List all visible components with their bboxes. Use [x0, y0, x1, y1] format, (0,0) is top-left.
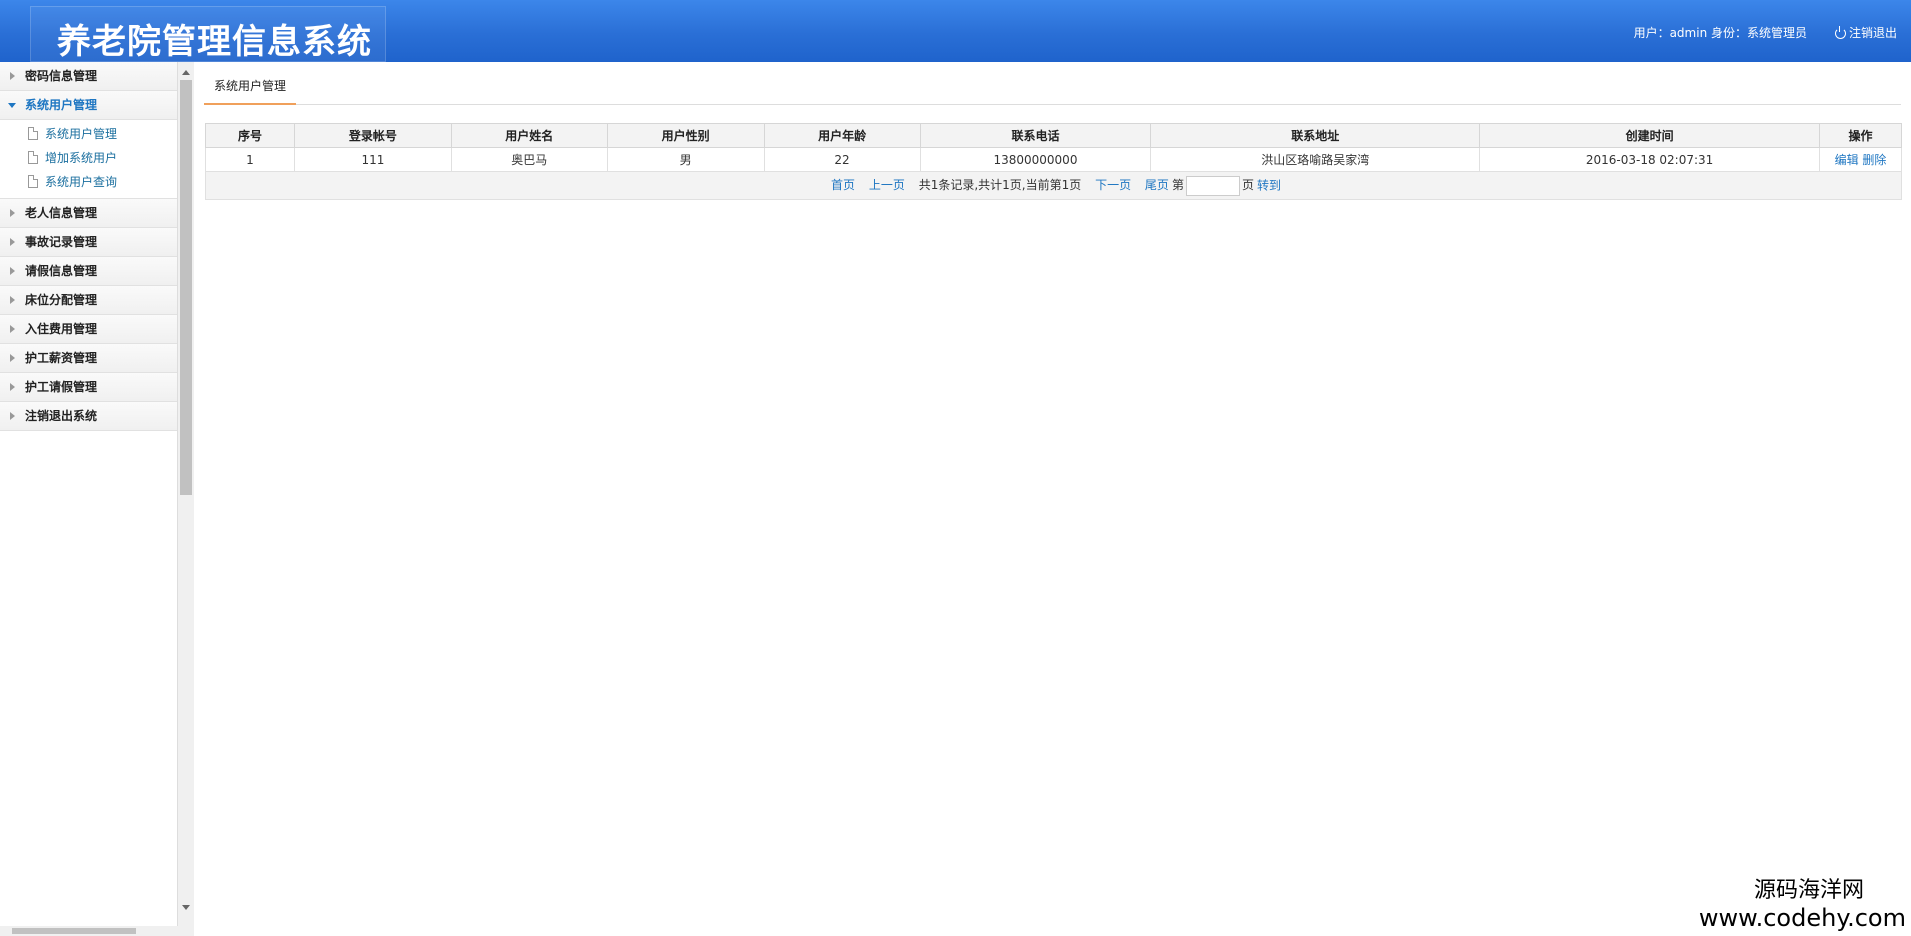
submenu-system-users: 系统用户管理 增加系统用户 系统用户查询 [0, 120, 177, 199]
caret-right-icon [10, 209, 15, 217]
menu-elderly[interactable]: 老人信息管理 [0, 199, 177, 228]
cell-age: 22 [763, 147, 921, 172]
sidebar-item-add-user[interactable]: 增加系统用户 [0, 146, 177, 170]
menu-beds[interactable]: 床位分配管理 [0, 286, 177, 315]
column-header: 用户年龄 [763, 123, 921, 148]
menu-label: 护工薪资管理 [25, 351, 98, 365]
menu-label: 床位分配管理 [25, 293, 98, 307]
menu-label: 护工请假管理 [25, 380, 98, 394]
sidebar-item-user-query[interactable]: 系统用户查询 [0, 170, 177, 194]
app-title: 养老院管理信息系统 [57, 22, 372, 62]
menu-leave[interactable]: 请假信息管理 [0, 257, 177, 286]
caret-right-icon [10, 383, 15, 391]
power-icon [1834, 26, 1846, 39]
cell-account: 111 [293, 147, 452, 172]
menu-label: 注销退出系统 [25, 409, 98, 423]
logout-button[interactable]: 注销退出 [1834, 24, 1897, 41]
document-icon [28, 127, 38, 140]
caret-right-icon [10, 238, 15, 246]
first-page-link[interactable]: 首页 [831, 178, 855, 192]
sidebar-item-label: 系统用户查询 [45, 175, 118, 189]
edit-link[interactable]: 编辑 [1835, 153, 1859, 167]
menu-nurse-leave[interactable]: 护工请假管理 [0, 373, 177, 402]
tab-system-users[interactable]: 系统用户管理 [204, 74, 297, 105]
cell-phone: 13800000000 [919, 147, 1152, 172]
user-info: 用户：admin 身份：系统管理员 [1633, 26, 1807, 40]
cell-actions: 编辑 删除 [1818, 147, 1903, 172]
pager-row: 首页 上一页 共1条记录,共计1页,当前第1页 下一页 尾页第 页转到 [205, 171, 1902, 200]
caret-right-icon [10, 267, 15, 275]
main-content: 系统用户管理 序号 登录帐号 用户姓名 用户性别 用户年龄 联系电话 联系地址 … [194, 62, 1911, 936]
menu-label: 老人信息管理 [25, 206, 98, 220]
caret-right-icon [10, 296, 15, 304]
caret-down-icon [8, 103, 16, 108]
column-header: 序号 [205, 123, 295, 148]
logout-label: 注销退出 [1848, 26, 1897, 40]
pager-summary: 共1条记录,共计1页,当前第1页 [918, 178, 1082, 192]
caret-right-icon [10, 72, 15, 80]
watermark: 源码海洋网 www.codehy.com [1699, 872, 1906, 932]
menu-fees[interactable]: 入住费用管理 [0, 315, 177, 344]
watermark-line2: www.codehy.com [1698, 904, 1906, 932]
menu-password[interactable]: 密码信息管理 [0, 62, 177, 91]
column-header: 用户姓名 [450, 123, 608, 148]
last-page-link[interactable]: 尾页 [1145, 178, 1169, 192]
cell-address: 洪山区珞喻路吴家湾 [1150, 147, 1481, 172]
sidebar: 密码信息管理 系统用户管理 系统用户管理 增加系统用户 系统用户查询 老人信息管… [0, 62, 178, 936]
column-header: 联系地址 [1150, 123, 1481, 148]
top-header: 养老院管理信息系统 用户：admin 身份：系统管理员 注销退出 [0, 0, 1911, 62]
sidebar-item-label: 系统用户管理 [45, 127, 118, 141]
cell-no: 1 [205, 147, 295, 172]
go-link[interactable]: 转到 [1257, 178, 1281, 192]
tab-bar: 系统用户管理 [204, 74, 1901, 105]
users-table: 序号 登录帐号 用户姓名 用户性别 用户年龄 联系电话 联系地址 创建时间 操作… [205, 123, 1903, 200]
cell-gender: 男 [606, 147, 765, 172]
caret-right-icon [10, 412, 15, 420]
menu-system-users[interactable]: 系统用户管理 [0, 91, 177, 120]
menu-logout[interactable]: 注销退出系统 [0, 402, 177, 431]
menu-label: 入住费用管理 [25, 322, 98, 336]
column-header: 操作 [1818, 123, 1903, 148]
cell-name: 奥巴马 [450, 147, 608, 172]
caret-right-icon [10, 325, 15, 333]
menu-label: 系统用户管理 [25, 98, 98, 112]
scroll-down-icon[interactable] [182, 905, 190, 910]
page-suffix: 页 [1241, 178, 1254, 192]
prev-page-link[interactable]: 上一页 [869, 178, 905, 192]
document-icon [28, 175, 38, 188]
menu-salary[interactable]: 护工薪资管理 [0, 344, 177, 373]
caret-right-icon [10, 354, 15, 362]
column-header: 登录帐号 [293, 123, 452, 148]
horizontal-scrollbar-thumb[interactable] [12, 928, 136, 934]
sidebar-scrollbar[interactable] [178, 62, 194, 936]
document-icon [28, 151, 38, 164]
scrollbar-thumb[interactable] [180, 80, 192, 495]
menu-accidents[interactable]: 事故记录管理 [0, 228, 177, 257]
pagination: 首页 上一页 共1条记录,共计1页,当前第1页 下一页 尾页第 页转到 [205, 171, 1902, 200]
column-header: 用户性别 [606, 123, 765, 148]
page-number-input[interactable] [1185, 175, 1240, 196]
sidebar-item-user-manage[interactable]: 系统用户管理 [0, 122, 177, 146]
watermark-line1: 源码海洋网 [1753, 878, 1864, 903]
cell-created: 2016-03-18 02:07:31 [1479, 147, 1820, 172]
table-header-row: 序号 登录帐号 用户姓名 用户性别 用户年龄 联系电话 联系地址 创建时间 操作 [205, 123, 1903, 148]
next-page-link[interactable]: 下一页 [1095, 178, 1131, 192]
sidebar-item-label: 增加系统用户 [45, 151, 118, 165]
scroll-up-icon[interactable] [182, 70, 190, 75]
page-prefix: 第 [1171, 178, 1184, 192]
column-header: 创建时间 [1479, 123, 1820, 148]
table-row: 1 111 奥巴马 男 22 13800000000 洪山区珞喻路吴家湾 201… [205, 147, 1903, 172]
menu-label: 请假信息管理 [25, 264, 98, 278]
column-header: 联系电话 [919, 123, 1152, 148]
sidebar-horizontal-scrollbar[interactable] [0, 926, 194, 936]
menu-label: 事故记录管理 [25, 235, 98, 249]
menu-label: 密码信息管理 [25, 69, 98, 83]
delete-link[interactable]: 删除 [1862, 153, 1886, 167]
